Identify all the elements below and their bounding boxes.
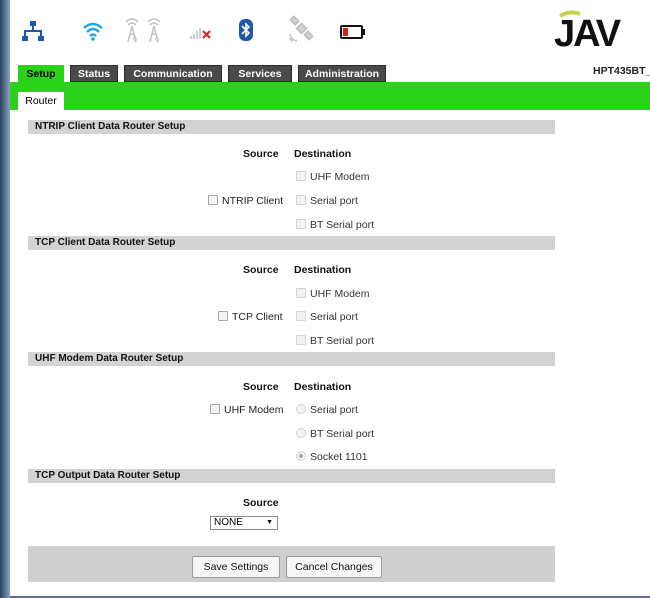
ntrip-source-header: Source [243,148,279,160]
ntrip-source-checkbox[interactable]: NTRIP Client [208,195,283,207]
uhf-source-checkbox[interactable]: UHF Modem [210,404,284,416]
svg-text:0: 0 [155,37,159,44]
svg-text:JAV: JAV [554,13,622,52]
battery-low-icon [340,25,365,39]
checkbox[interactable] [218,311,228,321]
tab-services[interactable]: Services [228,65,292,82]
tcp-client-dest-serial-port[interactable]: Serial port [296,311,358,323]
label: UHF Modem [310,171,370,183]
javad-logo: JAV [554,10,624,52]
uhf-dest-bt-serial-port[interactable]: BT Serial port [296,428,374,440]
label: TCP Client [232,311,283,323]
bluetooth-icon [239,19,253,41]
label: Socket 1101 [310,451,368,463]
antenna-tower-icon: 0 0 [125,18,161,44]
label: Serial port [310,311,358,323]
subtab-router[interactable]: Router [18,92,64,110]
checkbox[interactable] [296,219,306,229]
main-tab-bar: Setup Status Communication Services Admi… [10,62,650,82]
ntrip-dest-bt-serial-port[interactable]: BT Serial port [296,219,374,231]
uhf-dest-socket-1101[interactable]: Socket 1101 [296,451,368,463]
status-icon-bar: 0 0 JAV [10,0,650,60]
checkbox[interactable] [296,171,306,181]
ntrip-dest-serial-port[interactable]: Serial port [296,195,358,207]
tab-setup[interactable]: Setup [18,65,64,82]
select-value: NONE [214,517,243,528]
checkbox[interactable] [210,404,220,414]
tcp-output-source-select[interactable]: NONE ▼ [210,516,278,530]
window-left-edge [0,0,10,598]
wifi-icon [83,22,103,41]
router-setup-content: NTRIP Client Data Router Setup Source De… [10,110,650,598]
svg-text:0: 0 [133,37,137,44]
label: BT Serial port [310,219,374,231]
label: BT Serial port [310,335,374,347]
radio[interactable] [296,404,306,414]
checkbox[interactable] [296,335,306,345]
section-header-tcp-output: TCP Output Data Router Setup [28,469,555,483]
label: UHF Modem [224,404,284,416]
tcp-client-dest-uhf-modem[interactable]: UHF Modem [296,288,370,300]
checkbox[interactable] [296,288,306,298]
checkbox[interactable] [296,311,306,321]
cellular-signal-off-icon [190,28,211,39]
radio[interactable] [296,428,306,438]
tcp-client-source-checkbox[interactable]: TCP Client [218,311,283,323]
section-header-ntrip: NTRIP Client Data Router Setup [28,120,555,134]
label: BT Serial port [310,428,374,440]
uhf-dest-serial-port[interactable]: Serial port [296,404,358,416]
label: Serial port [310,404,358,416]
tcp-client-destination-header: Destination [294,264,352,276]
checkbox[interactable] [208,195,218,205]
action-footer: Save Settings Cancel Changes [28,546,555,582]
dropdown-arrow-icon: ▼ [266,519,273,526]
save-settings-button[interactable]: Save Settings [192,556,280,578]
section-header-uhf-modem: UHF Modem Data Router Setup [28,352,555,366]
subtab-bar: Router [10,82,650,110]
radio[interactable] [296,451,306,461]
label: NTRIP Client [222,195,284,207]
satellite-icon [289,15,314,42]
section-header-tcp-client: TCP Client Data Router Setup [28,236,555,250]
ntrip-destination-header: Destination [294,148,352,160]
uhf-destination-header: Destination [294,381,352,393]
tcp-output-source-header: Source [243,497,279,509]
label: Serial port [310,195,358,207]
ntrip-dest-uhf-modem[interactable]: UHF Modem [296,171,370,183]
tab-communication[interactable]: Communication [124,65,222,82]
cancel-changes-button[interactable]: Cancel Changes [286,556,382,578]
uhf-source-header: Source [243,381,279,393]
network-icon [22,21,44,41]
label: UHF Modem [310,288,370,300]
tab-status[interactable]: Status [70,65,118,82]
checkbox[interactable] [296,195,306,205]
tcp-client-dest-bt-serial-port[interactable]: BT Serial port [296,335,374,347]
tcp-client-source-header: Source [243,264,279,276]
device-name: HPT435BT_0 [593,65,650,77]
tab-administration[interactable]: Administration [298,65,386,82]
